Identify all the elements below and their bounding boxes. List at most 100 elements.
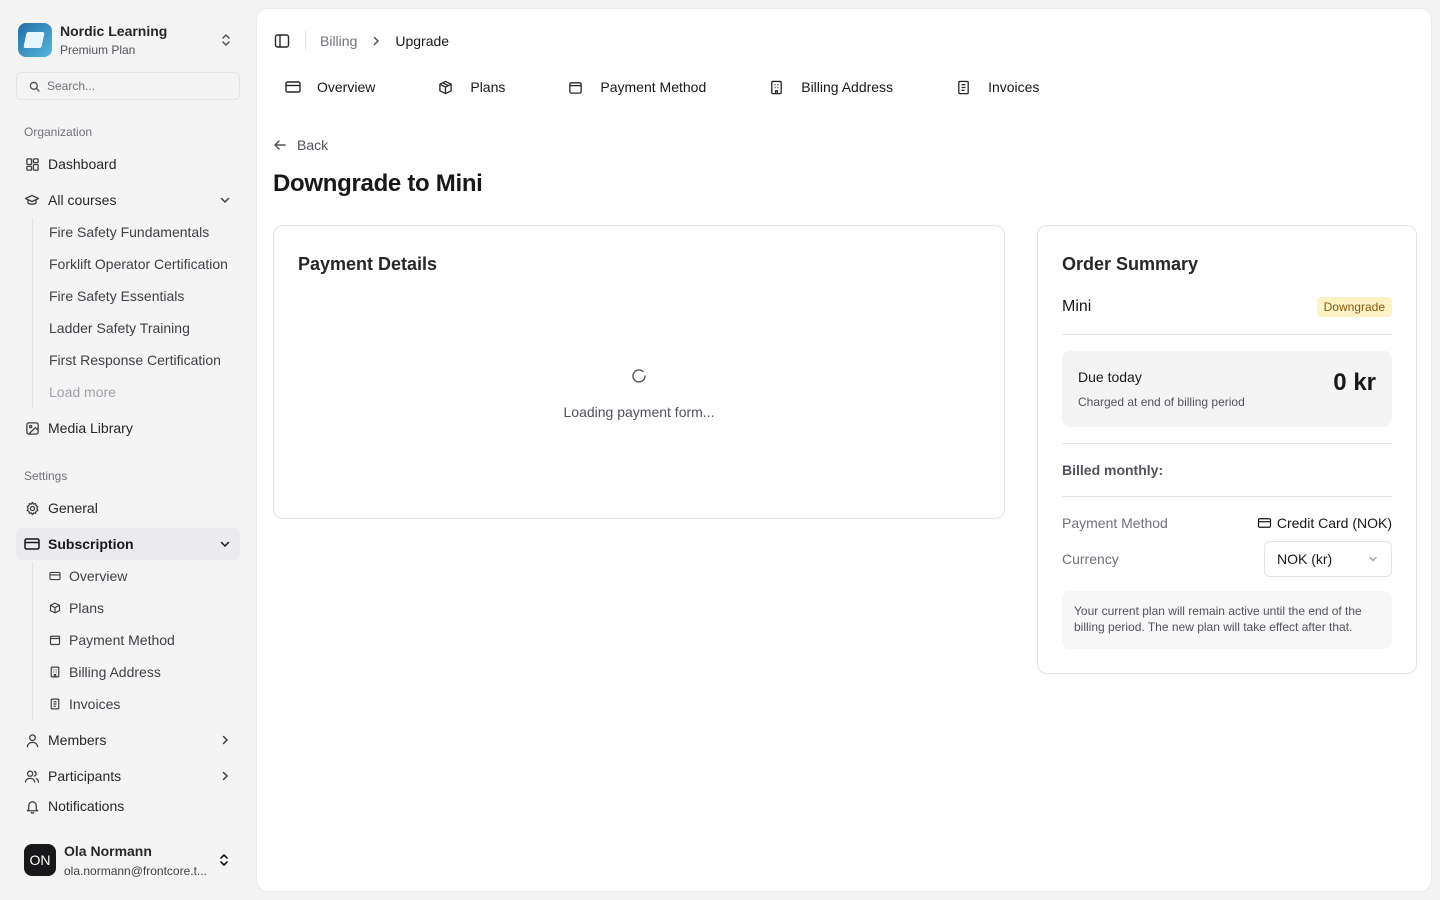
sidebar-item-subscription[interactable]: Subscription — [16, 528, 240, 560]
sidebar-item-participants[interactable]: Participants — [16, 760, 240, 792]
course-item-label: Forklift Operator Certification — [49, 256, 228, 272]
subscription-item-invoices[interactable]: Invoices — [41, 690, 237, 718]
subscription-item-payment-method[interactable]: Payment Method — [41, 626, 237, 654]
sidebar: Nordic Learning Premium Plan Organizatio… — [0, 0, 256, 900]
plan-change-note: Your current plan will remain active unt… — [1062, 591, 1392, 649]
submenu-line — [32, 562, 33, 720]
org-switcher[interactable]: Nordic Learning Premium Plan — [16, 18, 240, 62]
package-icon — [438, 79, 454, 95]
divider — [1062, 496, 1392, 497]
tab-label: Overview — [317, 79, 376, 95]
sidebar-item-label: General — [48, 500, 98, 516]
sidebar-item-media-library[interactable]: Media Library — [16, 412, 240, 444]
sidebar-item-dashboard[interactable]: Dashboard — [16, 148, 240, 180]
status-badge: Downgrade — [1316, 297, 1392, 317]
course-item[interactable]: Fire Safety Fundamentals — [41, 218, 237, 246]
group-label-settings: Settings — [24, 469, 68, 483]
chevron-down-icon — [1369, 556, 1377, 562]
sidebar-item-label: Dashboard — [48, 156, 117, 172]
due-today-box: Due today Charged at end of billing peri… — [1062, 351, 1392, 427]
package-icon — [49, 602, 61, 614]
breadcrumb-current: Upgrade — [395, 33, 450, 49]
users-icon — [24, 768, 40, 784]
receipt-icon — [49, 698, 61, 710]
currency-select[interactable]: NOK (kr) — [1264, 541, 1392, 577]
currency-value: NOK (kr) — [1277, 551, 1333, 567]
chevrons-up-down-icon — [222, 34, 230, 46]
subscription-item-label: Invoices — [69, 696, 121, 712]
sidebar-item-notifications[interactable]: Notifications — [16, 790, 240, 822]
tab-billing-address[interactable]: Billing Address — [757, 71, 905, 103]
chevron-right-icon — [369, 34, 383, 48]
submenu-line — [32, 218, 33, 408]
sidebar-item-label: Subscription — [48, 536, 134, 552]
building-icon — [49, 666, 61, 678]
order-summary-card: Order Summary Mini Downgrade Due today C… — [1037, 225, 1417, 674]
building-icon — [769, 79, 785, 95]
search-box[interactable] — [16, 72, 240, 100]
wallet-icon — [568, 79, 584, 95]
receipt-icon — [956, 79, 972, 95]
payment-details-card: Payment Details Loading payment form... — [273, 225, 1005, 519]
dashboard-icon — [24, 156, 40, 172]
sidebar-item-label: Media Library — [48, 420, 133, 436]
subscription-item-label: Payment Method — [69, 632, 175, 648]
gear-icon — [24, 500, 40, 516]
course-item[interactable]: Fire Safety Essentials — [41, 282, 237, 310]
subscription-item-plans[interactable]: Plans — [41, 594, 237, 622]
bell-icon — [24, 798, 40, 814]
subscription-item-billing-address[interactable]: Billing Address — [41, 658, 237, 686]
due-label: Due today — [1078, 369, 1142, 385]
user-email: ola.normann@frontcore.t... — [64, 863, 207, 878]
course-item[interactable]: Forklift Operator Certification — [41, 250, 237, 278]
chevrons-up-down-icon — [220, 854, 228, 866]
course-item[interactable]: Ladder Safety Training — [41, 314, 237, 342]
course-item[interactable]: First Response Certification — [41, 346, 237, 374]
page-title: Downgrade to Mini — [273, 170, 483, 197]
breadcrumb: Billing Upgrade — [320, 33, 449, 49]
credit-card-icon — [49, 570, 61, 582]
credit-card-icon — [1257, 516, 1273, 530]
arrow-left-icon — [273, 138, 287, 152]
back-button[interactable]: Back — [273, 137, 328, 153]
back-label: Back — [297, 137, 329, 153]
credit-card-icon — [285, 79, 301, 95]
group-label-organization: Organization — [24, 125, 93, 139]
sidebar-toggle-icon[interactable] — [274, 33, 290, 49]
sidebar-item-members[interactable]: Members — [16, 724, 240, 756]
wallet-icon — [49, 634, 61, 646]
divider — [1062, 334, 1392, 335]
load-more-button[interactable]: Load more — [41, 378, 237, 406]
tab-plans[interactable]: Plans — [426, 71, 517, 103]
sidebar-item-all-courses[interactable]: All courses — [16, 184, 240, 216]
user-menu[interactable]: ON Ola Normann ola.normann@frontcore.t..… — [16, 834, 240, 886]
tab-overview[interactable]: Overview — [273, 71, 387, 103]
chevron-down-icon — [220, 197, 230, 204]
tab-label: Billing Address — [801, 79, 894, 95]
user-name: Ola Normann — [64, 842, 152, 859]
tab-payment-method[interactable]: Payment Method — [556, 71, 718, 103]
sidebar-item-general[interactable]: General — [16, 492, 240, 524]
sidebar-item-label: Participants — [48, 768, 122, 784]
org-plan: Premium Plan — [60, 43, 136, 57]
divider — [305, 31, 306, 51]
currency-label: Currency — [1062, 551, 1119, 567]
payment-method-value: Credit Card (NOK) — [1257, 515, 1392, 531]
search-input[interactable] — [47, 79, 227, 93]
tab-invoices[interactable]: Invoices — [944, 71, 1051, 103]
org-logo — [18, 23, 52, 57]
sidebar-item-label: Notifications — [48, 798, 125, 814]
breadcrumb-billing[interactable]: Billing — [320, 33, 357, 49]
sidebar-item-label: All courses — [48, 192, 117, 208]
tab-label: Invoices — [988, 79, 1040, 95]
chevron-down-icon — [220, 541, 230, 548]
subscription-item-overview[interactable]: Overview — [41, 562, 237, 590]
billing-tabs: Overview Plans Payment Method Billing Ad… — [273, 71, 1090, 103]
main-panel: Billing Upgrade Overview Plans Payment M… — [256, 8, 1432, 892]
tab-label: Payment Method — [600, 79, 707, 95]
subscription-item-label: Overview — [69, 568, 128, 584]
chevron-right-icon — [222, 735, 229, 745]
sidebar-item-label: Members — [48, 732, 107, 748]
user-icon — [24, 732, 40, 748]
org-name: Nordic Learning — [60, 23, 168, 39]
